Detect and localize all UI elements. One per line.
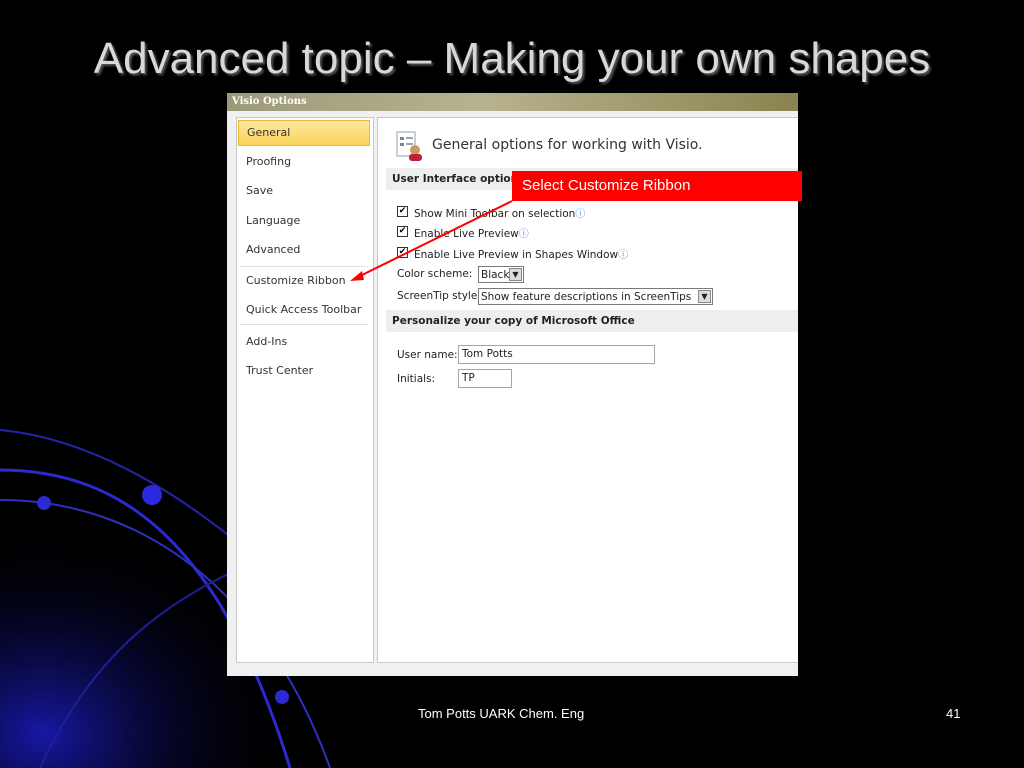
live-preview-shapes-checkbox[interactable]: ✔: [397, 247, 408, 258]
dialog-titlebar[interactable]: Visio Options: [227, 93, 798, 111]
nav-divider: [240, 324, 368, 325]
section-personalize: Personalize your copy of Microsoft Offic…: [386, 310, 798, 332]
nav-item-trust-center[interactable]: Trust Center: [238, 358, 370, 384]
nav-item-customize-ribbon[interactable]: Customize Ribbon: [238, 268, 370, 294]
initials-input[interactable]: TP: [458, 369, 512, 388]
screentip-style-value: Show feature descriptions in ScreenTips: [481, 291, 692, 303]
nav-item-language[interactable]: Language: [238, 208, 370, 234]
nav-item-save[interactable]: Save: [238, 178, 370, 204]
initials-label: Initials:: [397, 373, 436, 385]
color-scheme-value: Black: [481, 269, 510, 281]
user-name-label: User name:: [397, 349, 458, 361]
nav-item-quick-access-toolbar[interactable]: Quick Access Toolbar: [238, 297, 370, 323]
dialog-title: Visio Options: [232, 96, 307, 107]
mini-toolbar-label: Show Mini Toolbar on selection: [414, 208, 576, 220]
color-scheme-label: Color scheme:: [397, 268, 473, 280]
color-scheme-select[interactable]: Black ▼: [478, 266, 524, 283]
live-preview-shapes-option[interactable]: Enable Live Preview in Shapes Windowⓘ: [414, 246, 628, 261]
info-icon: ⓘ: [518, 229, 529, 240]
screentip-style-label: ScreenTip style:: [397, 290, 481, 302]
mini-toolbar-option[interactable]: Show Mini Toolbar on selectionⓘ: [414, 205, 585, 220]
nav-item-general[interactable]: General: [238, 120, 370, 146]
mini-toolbar-checkbox[interactable]: ✔: [397, 206, 408, 217]
screentip-style-select[interactable]: Show feature descriptions in ScreenTips …: [478, 288, 713, 305]
live-preview-shapes-label: Enable Live Preview in Shapes Window: [414, 249, 619, 261]
nav-item-proofing[interactable]: Proofing: [238, 149, 370, 175]
user-name-input[interactable]: Tom Potts: [458, 345, 655, 364]
info-icon: ⓘ: [618, 250, 629, 261]
slide-title: Advanced topic – Making your own shapes: [93, 34, 931, 83]
live-preview-checkbox[interactable]: ✔: [397, 226, 408, 237]
general-options-icon: [396, 131, 422, 161]
live-preview-label: Enable Live Preview: [414, 228, 519, 240]
nav-item-add-ins[interactable]: Add-Ins: [238, 329, 370, 355]
page-number: 41: [946, 706, 961, 721]
live-preview-option[interactable]: Enable Live Previewⓘ: [414, 225, 529, 240]
options-nav: General Proofing Save Language Advanced …: [236, 117, 374, 663]
dropdown-arrow-icon[interactable]: ▼: [509, 268, 522, 281]
info-icon: ⓘ: [575, 209, 586, 220]
nav-divider: [240, 266, 368, 267]
callout-select-customize-ribbon: Select Customize Ribbon: [512, 171, 802, 201]
dropdown-arrow-icon[interactable]: ▼: [698, 290, 711, 303]
footer-text: Tom Potts UARK Chem. Eng: [418, 706, 585, 721]
nav-item-advanced[interactable]: Advanced: [238, 237, 370, 263]
content-header-text: General options for working with Visio.: [432, 137, 703, 153]
